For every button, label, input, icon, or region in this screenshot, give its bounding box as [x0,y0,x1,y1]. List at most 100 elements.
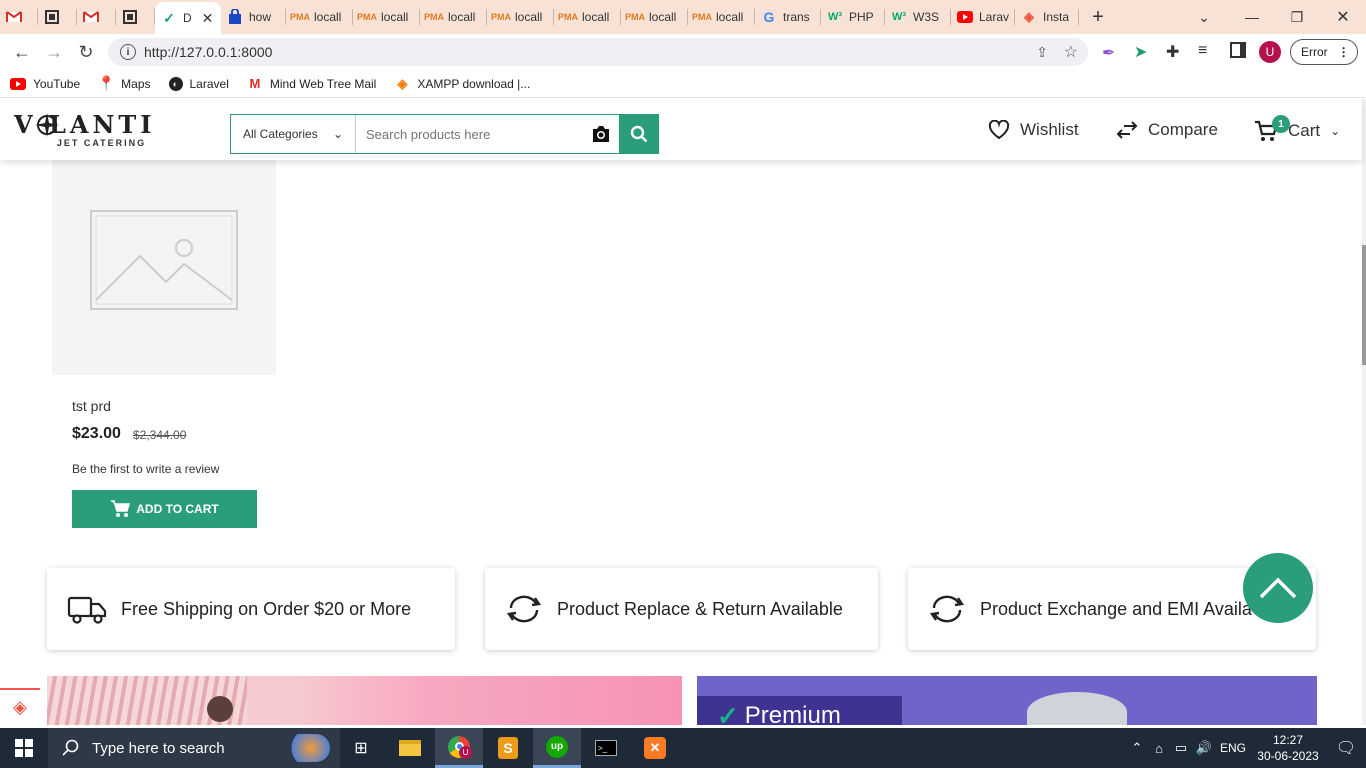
bookmark-label: YouTube [33,76,81,91]
search-button[interactable] [619,115,658,153]
folder-icon [399,740,421,756]
bookmark-maps[interactable]: 📍 Maps [97,75,150,92]
sync-icon [929,595,965,623]
bookmark-youtube[interactable]: YouTube [10,76,80,92]
bookmark-label: Mind Web Tree Mail [269,76,377,91]
bookmark-xampp[interactable]: ◈ XAMPP download |... [394,76,530,92]
tab-label: trans [783,10,810,24]
scrollbar-thumb[interactable] [1362,245,1366,365]
wishlist-link[interactable]: Wishlist [988,120,1079,140]
extensions-puzzle-icon[interactable]: ✚ [1166,42,1179,62]
gmail-icon [6,9,22,25]
tab-pma-6[interactable]: PMA locall [621,0,688,34]
battery-icon[interactable]: ▭ [1170,740,1192,756]
book-icon [44,9,60,25]
tab-insta[interactable]: ◈ Insta [1015,0,1079,34]
banner-accessory-image [207,696,233,722]
tab-label: PHP [849,10,874,24]
bookmark-label: Laravel [189,76,229,91]
bookmark-mindweb-mail[interactable]: M Mind Web Tree Mail [247,76,376,92]
taskbar-search[interactable]: Type here to search [48,728,340,768]
profile-avatar[interactable]: U [1259,41,1281,63]
tab-gmail-2[interactable] [77,0,116,34]
tab-pma-3[interactable]: PMA locall [420,0,487,34]
camera-icon [593,126,609,142]
task-view-button[interactable]: ⊞ [337,728,385,768]
network-icon[interactable]: ⌂ [1148,741,1170,756]
tab-how[interactable]: how [221,0,286,34]
bookmark-star-icon[interactable]: ☆ [1064,42,1078,62]
camera-search-button[interactable] [583,115,619,153]
forward-button[interactable]: → [38,36,70,68]
language-indicator[interactable]: ENG [1216,741,1250,755]
volume-icon[interactable]: 🔊 [1192,740,1216,756]
promo-banner-right[interactable]: ✓ Premium [697,676,1317,725]
back-button[interactable]: ← [6,36,38,68]
close-tab-icon[interactable]: ✕ [202,10,214,27]
chevron-up-icon[interactable]: ⌃ [1126,740,1148,756]
globe-icon: ◐ [168,76,183,91]
taskbar-upwork[interactable]: up [533,728,581,768]
tab-w3-php[interactable]: W³ PHP [821,0,885,34]
cart-link[interactable]: Cart ⌄ [1254,120,1340,142]
gmail-icon [83,9,99,25]
media-queue-icon[interactable]: ≡ [1198,42,1207,60]
start-button[interactable] [0,728,48,768]
send-extension-icon[interactable]: ➤ [1134,42,1147,62]
web-page: V LANTI JET CATERING All Categories ⌄ Wi… [0,99,1366,725]
reload-button[interactable]: ↻ [70,36,102,68]
taskbar-file-explorer[interactable] [386,728,434,768]
tab-active[interactable]: ✓ D ✕ [155,2,221,34]
pma-icon: PMA [424,12,444,22]
side-panel-icon[interactable] [1230,42,1246,58]
gmail-icon: M [249,76,261,91]
taskbar-sublime[interactable]: S [484,728,532,768]
close-window-button[interactable]: ✕ [1320,0,1366,34]
error-button[interactable]: Error ⋮ [1290,39,1358,65]
tab-pma-2[interactable]: PMA locall [353,0,420,34]
tab-youtube[interactable]: Larav [951,0,1015,34]
bookmark-laravel[interactable]: ◐ Laravel [168,76,229,91]
tab-pma-1[interactable]: PMA locall [286,0,353,34]
new-tab-button[interactable]: + [1079,0,1117,34]
tab-pma-4[interactable]: PMA locall [487,0,554,34]
youtube-icon [10,76,26,92]
tab-w3s[interactable]: W³ W3S [885,0,951,34]
tab-google[interactable]: G trans [755,0,821,34]
promo-banner-left[interactable] [47,676,682,725]
profile-badge-text: U [459,746,472,759]
review-prompt[interactable]: Be the first to write a review [72,462,219,476]
scroll-to-top-button[interactable] [1243,553,1313,623]
page-scrollbar[interactable] [1362,99,1366,725]
notifications-icon[interactable]: 🗨 [1326,738,1366,758]
add-to-cart-button[interactable]: ADD TO CART [72,490,257,528]
xampp-icon: ✕ [644,737,666,759]
tab-book-2[interactable] [116,0,155,34]
clock[interactable]: 12:27 30-06-2023 [1250,732,1326,764]
site-logo[interactable]: V LANTI JET CATERING [14,112,159,152]
restore-button[interactable]: ❐ [1274,0,1320,34]
product-old-price: $2,344.00 [133,428,187,442]
category-select[interactable]: All Categories ⌄ [231,115,356,153]
minimize-button[interactable]: — [1229,0,1275,34]
product-name[interactable]: tst prd [72,398,111,414]
tab-pma-7[interactable]: PMA locall [688,0,755,34]
share-icon[interactable]: ⇪ [1036,44,1048,61]
taskbar-terminal[interactable]: >_ [582,728,630,768]
maps-icon: 📍 [97,75,115,91]
error-label: Error [1301,45,1328,59]
quill-extension-icon[interactable]: ✒ [1102,43,1115,63]
tab-pma-5[interactable]: PMA locall [554,0,621,34]
tab-label: how [249,10,272,24]
tab-book-1[interactable] [38,0,77,34]
address-bar[interactable]: i http://127.0.0.1:8000 ⇪ ☆ [108,38,1088,66]
taskbar-xampp[interactable]: ✕ [631,728,679,768]
side-widget-button[interactable]: ◈ [0,688,40,724]
info-icon[interactable]: i [120,44,136,60]
compare-label: Compare [1148,120,1218,139]
tab-search-chevron-icon[interactable]: ⌄ [1181,0,1227,34]
search-input[interactable] [356,115,583,153]
compare-link[interactable]: Compare [1116,120,1218,140]
product-image-placeholder[interactable] [52,144,276,375]
tab-gmail-1[interactable] [0,0,38,34]
